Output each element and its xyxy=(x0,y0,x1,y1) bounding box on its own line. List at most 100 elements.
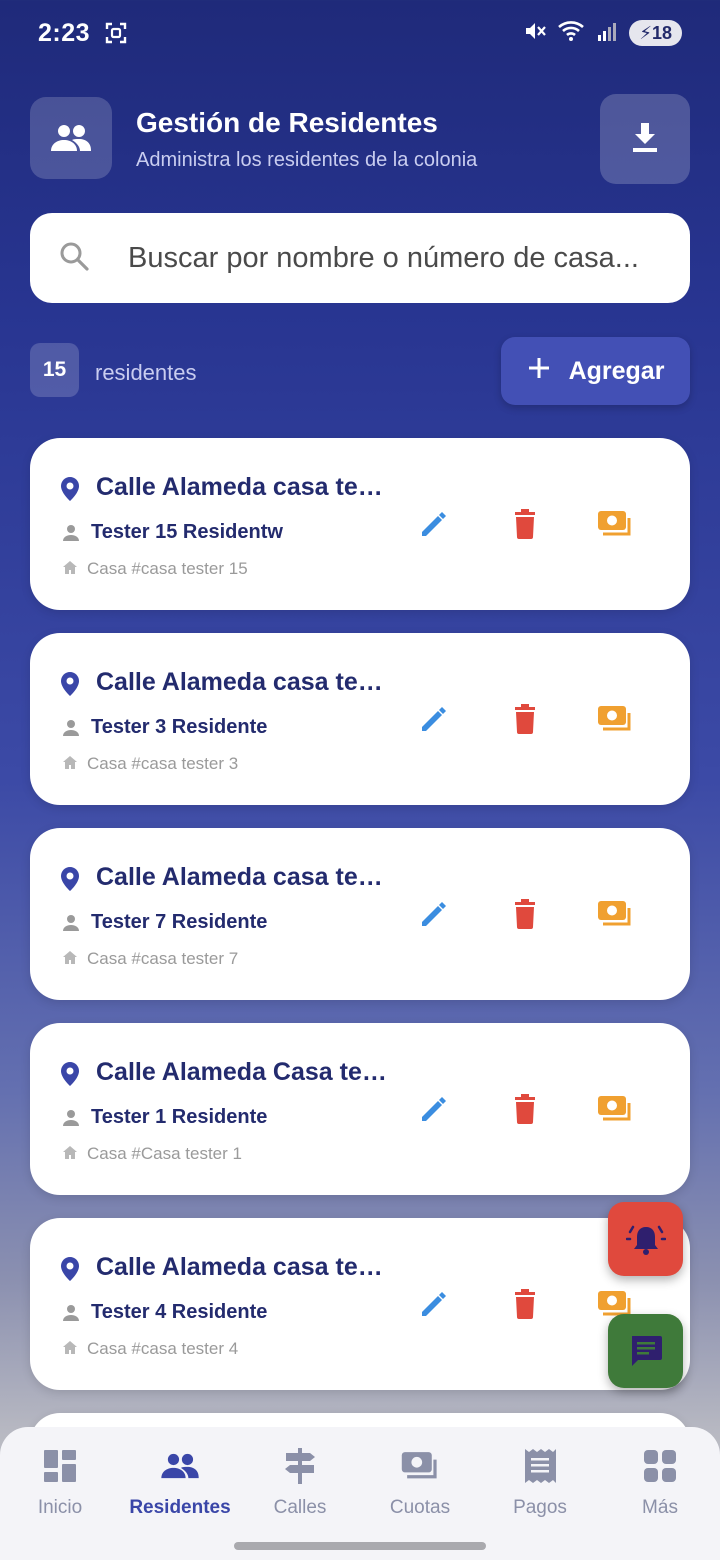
resident-card[interactable]: Calle Alameda casa tester 15 Tester 15 R… xyxy=(30,438,690,610)
fees-button[interactable] xyxy=(597,506,633,542)
home-icon xyxy=(62,1340,78,1360)
home-icon xyxy=(62,950,78,970)
home-indicator[interactable] xyxy=(234,1542,486,1550)
home-icon xyxy=(62,755,78,775)
resident-house: Casa #casa tester 7 xyxy=(87,949,239,968)
person-icon xyxy=(62,1304,80,1327)
search-input[interactable] xyxy=(128,241,648,275)
status-bar: 2:23 ⚡ 18 xyxy=(0,0,720,66)
resident-card[interactable]: Calle Alameda casa tester 3 Tester 3 Res… xyxy=(30,633,690,805)
signal-icon xyxy=(597,20,619,47)
battery-level: 18 xyxy=(651,22,672,43)
payments-icon xyxy=(598,511,631,536)
location-pin-icon xyxy=(60,1256,80,1287)
person-icon xyxy=(62,524,80,547)
nav-item-mas[interactable]: Más xyxy=(600,1445,720,1525)
edit-icon xyxy=(422,512,446,536)
residents-header-icon xyxy=(30,97,112,179)
person-icon xyxy=(62,1109,80,1132)
fees-button[interactable] xyxy=(597,701,633,737)
resident-house: Casa #Casa tester 1 xyxy=(87,1144,242,1163)
status-icons: ⚡ 18 xyxy=(523,19,682,48)
edit-button[interactable] xyxy=(416,896,452,932)
payments-icon xyxy=(598,1096,631,1121)
payments-icon xyxy=(598,706,631,731)
fees-button[interactable] xyxy=(597,1091,633,1127)
payments-icon xyxy=(400,1445,440,1487)
resident-street: Calle Alameda Casa tester 1 xyxy=(96,1058,396,1086)
alarm-bell-icon xyxy=(625,1225,666,1255)
resident-house: Casa #casa tester 4 xyxy=(87,1339,239,1358)
people-icon xyxy=(160,1445,200,1487)
charging-icon: ⚡ xyxy=(639,22,652,43)
search-icon xyxy=(58,240,90,277)
trash-icon xyxy=(515,899,535,929)
nav-item-residentes[interactable]: Residentes xyxy=(120,1445,240,1525)
edit-icon xyxy=(422,1097,446,1121)
signpost-icon xyxy=(284,1445,316,1487)
delete-button[interactable] xyxy=(507,506,543,542)
resident-name: Tester 4 Residente xyxy=(91,1301,268,1323)
page-title: Gestión de Residentes xyxy=(136,107,438,138)
resident-street: Calle Alameda casa tester 7 xyxy=(96,863,396,891)
home-icon xyxy=(62,1145,78,1165)
nav-label-inicio: Inicio xyxy=(37,1497,83,1518)
summary-row: 15 residentes Agregar xyxy=(30,337,690,405)
bottom-navigation: Inicio Residentes Calles Cuotas Pagos Má… xyxy=(0,1427,720,1560)
alert-fab-button[interactable] xyxy=(608,1202,683,1276)
screenshot-icon xyxy=(104,21,128,45)
delete-button[interactable] xyxy=(507,1091,543,1127)
resident-house: Casa #casa tester 3 xyxy=(87,754,239,773)
delete-button[interactable] xyxy=(507,701,543,737)
edit-button[interactable] xyxy=(416,506,452,542)
nav-label-calles: Calles xyxy=(273,1497,327,1518)
resident-card[interactable]: Calle Alameda casa tester 7 Tester 7 Res… xyxy=(30,828,690,1000)
nav-item-pagos[interactable]: Pagos xyxy=(480,1445,600,1525)
edit-button[interactable] xyxy=(416,1286,452,1322)
search-bar[interactable] xyxy=(30,213,690,303)
nav-label-residentes: Residentes xyxy=(129,1497,231,1518)
edit-icon xyxy=(422,707,446,731)
edit-icon xyxy=(422,1292,446,1316)
download-button[interactable] xyxy=(600,94,690,184)
chat-fab-button[interactable] xyxy=(608,1314,683,1388)
add-resident-label: Agregar xyxy=(568,356,665,385)
location-pin-icon xyxy=(60,1061,80,1092)
page-header: Gestión de Residentes Administra los res… xyxy=(30,94,690,184)
nav-item-inicio[interactable]: Inicio xyxy=(0,1445,120,1525)
resident-name: Tester 1 Residente xyxy=(91,1106,268,1128)
nav-item-cuotas[interactable]: Cuotas xyxy=(360,1445,480,1525)
person-icon xyxy=(62,914,80,937)
nav-item-calles[interactable]: Calles xyxy=(240,1445,360,1525)
resident-name: Tester 7 Residente xyxy=(91,911,268,933)
resident-count-badge: 15 xyxy=(30,343,79,397)
edit-button[interactable] xyxy=(416,701,452,737)
resident-card[interactable]: Calle Alameda Casa tester 1 Tester 1 Res… xyxy=(30,1023,690,1195)
person-icon xyxy=(62,719,80,742)
plus-icon xyxy=(527,356,551,387)
receipt-icon xyxy=(524,1445,556,1487)
edit-button[interactable] xyxy=(416,1091,452,1127)
resident-house: Casa #casa tester 15 xyxy=(87,559,248,578)
download-icon xyxy=(631,121,659,158)
resident-count-label: residentes xyxy=(95,360,197,385)
location-pin-icon xyxy=(60,671,80,702)
delete-button[interactable] xyxy=(507,1286,543,1322)
payments-icon xyxy=(598,901,631,926)
resident-card[interactable]: Calle Alameda casa tester 4 Tester 4 Res… xyxy=(30,1218,690,1390)
location-pin-icon xyxy=(60,866,80,897)
dashboard-icon xyxy=(43,1445,77,1487)
nav-label-cuotas: Cuotas xyxy=(389,1497,451,1518)
fees-button[interactable] xyxy=(597,896,633,932)
delete-button[interactable] xyxy=(507,896,543,932)
home-icon xyxy=(62,560,78,580)
trash-icon xyxy=(515,704,535,734)
battery-indicator: ⚡ 18 xyxy=(629,20,682,46)
add-resident-button[interactable]: Agregar xyxy=(501,337,690,405)
status-time: 2:23 xyxy=(38,18,91,47)
trash-icon xyxy=(515,1094,535,1124)
chat-icon xyxy=(631,1336,662,1366)
resident-street: Calle Alameda casa tester 15 xyxy=(96,473,396,501)
nav-label-pagos: Pagos xyxy=(513,1497,567,1518)
resident-name: Tester 3 Residente xyxy=(91,716,268,738)
